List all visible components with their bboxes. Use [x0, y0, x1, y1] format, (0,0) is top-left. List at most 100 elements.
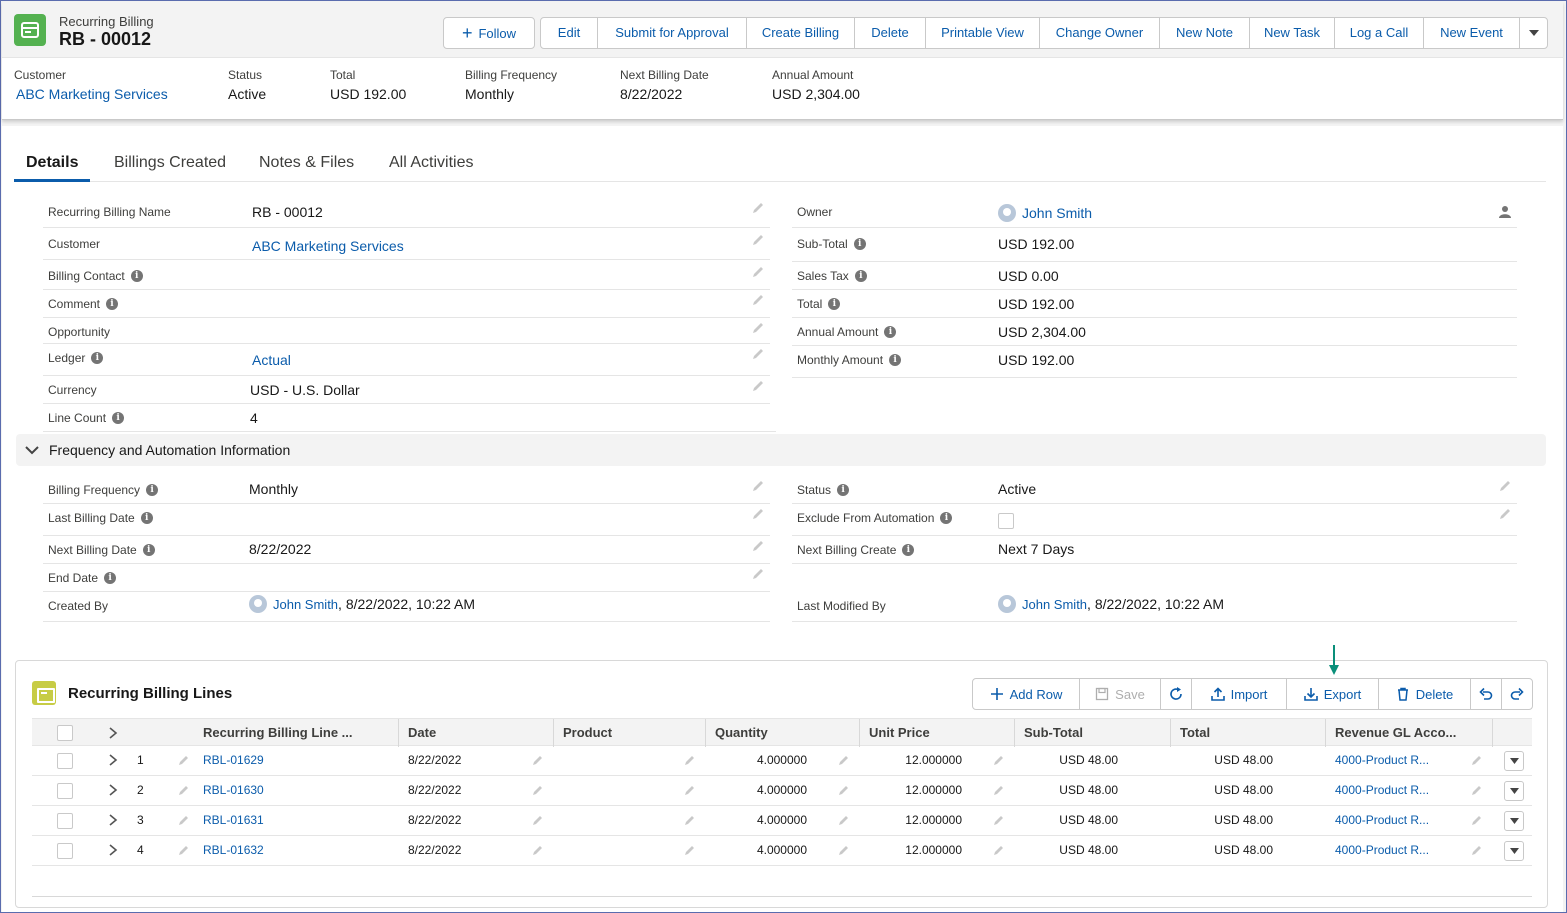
edit-pencil-icon[interactable] — [1471, 814, 1483, 826]
redo-button[interactable] — [1501, 679, 1532, 709]
edit-pencil-icon[interactable] — [1471, 844, 1483, 856]
row-actions-button[interactable] — [1504, 811, 1524, 831]
info-icon[interactable]: i — [828, 298, 841, 310]
export-button[interactable]: Export — [1286, 679, 1378, 709]
row-checkbox[interactable] — [57, 783, 73, 799]
expand-row-chevron-icon[interactable] — [108, 844, 118, 856]
line-name-link[interactable]: RBL-01632 — [203, 843, 264, 857]
follow-button[interactable]: + Follow — [443, 17, 535, 49]
info-icon[interactable]: i — [902, 544, 915, 556]
edit-pencil-icon[interactable] — [838, 844, 850, 856]
edit-pencil-icon[interactable] — [751, 479, 765, 493]
edit-pencil-icon[interactable] — [684, 784, 696, 796]
info-icon[interactable]: i — [140, 512, 153, 524]
edit-pencil-icon[interactable] — [993, 814, 1005, 826]
row-checkbox[interactable] — [57, 843, 73, 859]
edit-pencil-icon[interactable] — [751, 539, 765, 553]
edit-pencil-icon[interactable] — [684, 814, 696, 826]
edit-pencil-icon[interactable] — [178, 844, 190, 856]
column-header-unit-price[interactable]: Unit Price — [869, 725, 930, 740]
row-actions-button[interactable] — [1504, 781, 1524, 801]
printable-view-button[interactable]: Printable View — [925, 18, 1039, 48]
new-event-button[interactable]: New Event — [1423, 18, 1519, 48]
change-owner-icon[interactable] — [1498, 205, 1512, 219]
tab-details[interactable]: Details — [26, 154, 78, 172]
column-header-product[interactable]: Product — [563, 725, 612, 740]
edit-pencil-icon[interactable] — [1498, 479, 1512, 493]
info-icon[interactable]: i — [884, 326, 897, 338]
exclude-from-automation-checkbox[interactable] — [998, 513, 1014, 532]
column-header-quantity[interactable]: Quantity — [715, 725, 768, 740]
revenue-gl-link[interactable]: 4000-Product R... — [1335, 783, 1429, 797]
edit-pencil-icon[interactable] — [1498, 507, 1512, 521]
line-name-link[interactable]: RBL-01630 — [203, 783, 264, 797]
delete-lines-button[interactable]: Delete — [1378, 679, 1470, 709]
edit-pencil-icon[interactable] — [532, 784, 544, 796]
change-owner-button[interactable]: Change Owner — [1039, 18, 1159, 48]
edit-pencil-icon[interactable] — [751, 321, 765, 335]
checkbox[interactable] — [998, 513, 1014, 529]
edit-pencil-icon[interactable] — [993, 784, 1005, 796]
info-icon[interactable]: i — [889, 354, 902, 366]
row-actions-button[interactable] — [1504, 751, 1524, 771]
tab-all-activities[interactable]: All Activities — [389, 154, 473, 172]
import-button[interactable]: Import — [1191, 679, 1286, 709]
row-checkbox[interactable] — [57, 753, 73, 769]
new-task-button[interactable]: New Task — [1249, 18, 1334, 48]
log-a-call-button[interactable]: Log a Call — [1334, 18, 1423, 48]
edit-pencil-icon[interactable] — [993, 754, 1005, 766]
edit-pencil-icon[interactable] — [684, 844, 696, 856]
info-icon[interactable]: i — [142, 544, 155, 556]
edit-pencil-icon[interactable] — [178, 754, 190, 766]
info-icon[interactable]: i — [146, 484, 159, 496]
row-checkbox[interactable] — [57, 813, 73, 829]
column-header-revenue-gl[interactable]: Revenue GL Acco... — [1335, 725, 1456, 740]
expand-row-chevron-icon[interactable] — [108, 784, 118, 796]
edit-pencil-icon[interactable] — [532, 814, 544, 826]
save-button[interactable]: Save — [1079, 679, 1160, 709]
submit-for-approval-button[interactable]: Submit for Approval — [597, 18, 746, 48]
select-all-checkbox[interactable] — [57, 725, 73, 741]
edit-pencil-icon[interactable] — [1471, 754, 1483, 766]
edit-pencil-icon[interactable] — [838, 784, 850, 796]
info-icon[interactable]: i — [837, 484, 850, 496]
expand-all-chevron-icon[interactable] — [108, 727, 118, 742]
tab-billings-created[interactable]: Billings Created — [114, 154, 226, 172]
info-icon[interactable]: i — [940, 512, 953, 524]
info-icon[interactable]: i — [106, 298, 119, 310]
expand-row-chevron-icon[interactable] — [108, 814, 118, 826]
edit-pencil-icon[interactable] — [751, 293, 765, 307]
edit-pencil-icon[interactable] — [1471, 784, 1483, 796]
info-icon[interactable]: i — [91, 352, 104, 364]
revenue-gl-link[interactable]: 4000-Product R... — [1335, 813, 1429, 827]
new-note-button[interactable]: New Note — [1159, 18, 1249, 48]
created-by-user-link[interactable]: John Smith — [273, 597, 338, 612]
delete-button[interactable]: Delete — [854, 18, 925, 48]
column-header-sub-total[interactable]: Sub-Total — [1024, 725, 1083, 740]
row-actions-button[interactable] — [1504, 841, 1524, 861]
add-row-button[interactable]: Add Row — [973, 679, 1079, 709]
edit-pencil-icon[interactable] — [993, 844, 1005, 856]
tab-notes-files[interactable]: Notes & Files — [259, 154, 354, 172]
more-actions-button[interactable] — [1519, 18, 1547, 48]
edit-pencil-icon[interactable] — [684, 754, 696, 766]
ledger-link[interactable]: Actual — [252, 352, 291, 368]
info-icon[interactable]: i — [853, 238, 866, 250]
edit-pencil-icon[interactable] — [838, 754, 850, 766]
edit-pencil-icon[interactable] — [532, 754, 544, 766]
edit-pencil-icon[interactable] — [751, 347, 765, 361]
edit-pencil-icon[interactable] — [751, 201, 765, 215]
edit-button[interactable]: Edit — [541, 18, 597, 48]
column-header-total[interactable]: Total — [1180, 725, 1210, 740]
create-billing-button[interactable]: Create Billing — [746, 18, 854, 48]
revenue-gl-link[interactable]: 4000-Product R... — [1335, 753, 1429, 767]
edit-pencil-icon[interactable] — [751, 233, 765, 247]
customer-link[interactable]: ABC Marketing Services — [252, 238, 404, 254]
last-modified-user-link[interactable]: John Smith — [1022, 597, 1087, 612]
info-icon[interactable]: i — [104, 572, 117, 584]
info-icon[interactable]: i — [130, 270, 143, 282]
edit-pencil-icon[interactable] — [178, 814, 190, 826]
edit-pencil-icon[interactable] — [751, 265, 765, 279]
edit-pencil-icon[interactable] — [751, 507, 765, 521]
expand-row-chevron-icon[interactable] — [108, 754, 118, 766]
